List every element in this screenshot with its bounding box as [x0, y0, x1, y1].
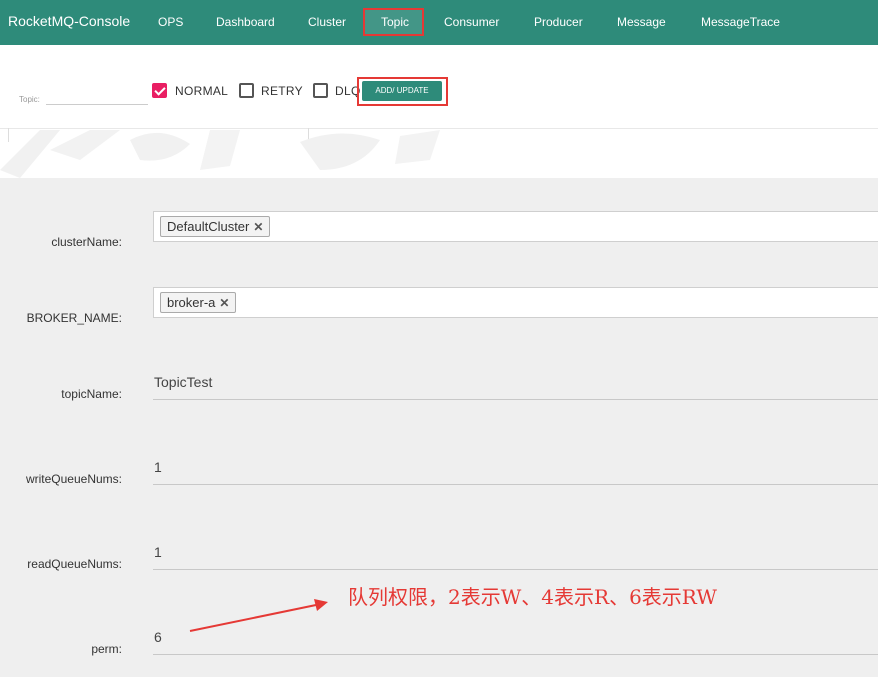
- retry-checkbox[interactable]: [239, 83, 254, 98]
- normal-checkbox-label[interactable]: NORMAL: [175, 84, 228, 98]
- cluster-name-select[interactable]: DefaultCluster ✕: [153, 211, 878, 242]
- perm-field[interactable]: 6: [154, 629, 162, 645]
- cluster-tag[interactable]: DefaultCluster ✕: [160, 216, 271, 237]
- read-queue-nums-underline: [153, 569, 878, 570]
- watermark-shape: [0, 130, 440, 178]
- perm-annotation: 队列权限，2表示W、4表示R、6表示RW: [348, 585, 717, 609]
- cluster-tag-text: DefaultCluster: [167, 219, 250, 234]
- broker-tag[interactable]: broker-a ✕: [160, 292, 237, 313]
- top-navbar: RocketMQ-Console OPS Dashboard Cluster T…: [0, 0, 878, 45]
- annotation-arrow-icon: [189, 599, 328, 632]
- topic-name-field[interactable]: TopicTest: [154, 374, 212, 390]
- dlq-checkbox[interactable]: [313, 83, 328, 98]
- toolbar-divider: [0, 128, 878, 129]
- read-queue-nums-field[interactable]: 1: [154, 544, 162, 560]
- perm-underline: [153, 654, 878, 655]
- nav-cluster[interactable]: Cluster: [308, 15, 346, 29]
- add-button-highlight: [357, 77, 448, 106]
- nav-topic[interactable]: Topic: [381, 15, 409, 29]
- nav-dashboard[interactable]: Dashboard: [216, 15, 275, 29]
- broker-tag-text: broker-a: [167, 295, 216, 310]
- topic-name-label: topicName:: [61, 387, 122, 401]
- write-queue-nums-underline: [153, 484, 878, 485]
- retry-checkbox-label[interactable]: RETRY: [261, 84, 303, 98]
- remove-cluster-tag-icon[interactable]: ✕: [253, 220, 263, 234]
- read-queue-nums-label: readQueueNums:: [27, 557, 122, 571]
- nav-messagetrace[interactable]: MessageTrace: [701, 15, 780, 29]
- normal-checkbox[interactable]: [152, 83, 167, 98]
- broker-name-label: BROKER_NAME:: [26, 311, 122, 325]
- perm-label: perm:: [91, 642, 122, 656]
- topic-name-underline: [153, 399, 878, 400]
- nav-producer[interactable]: Producer: [534, 15, 583, 29]
- nav-consumer[interactable]: Consumer: [444, 15, 499, 29]
- nav-ops[interactable]: OPS: [158, 15, 183, 29]
- cluster-name-label: clusterName:: [51, 235, 122, 249]
- topic-filter-label: Topic:: [19, 95, 40, 104]
- topic-filter-input[interactable]: [46, 86, 148, 105]
- remove-broker-tag-icon[interactable]: ✕: [219, 296, 229, 310]
- broker-name-select[interactable]: broker-a ✕: [153, 287, 878, 318]
- app-brand[interactable]: RocketMQ-Console: [8, 13, 130, 29]
- nav-message[interactable]: Message: [617, 15, 666, 29]
- write-queue-nums-field[interactable]: 1: [154, 459, 162, 475]
- write-queue-nums-label: writeQueueNums:: [25, 472, 122, 486]
